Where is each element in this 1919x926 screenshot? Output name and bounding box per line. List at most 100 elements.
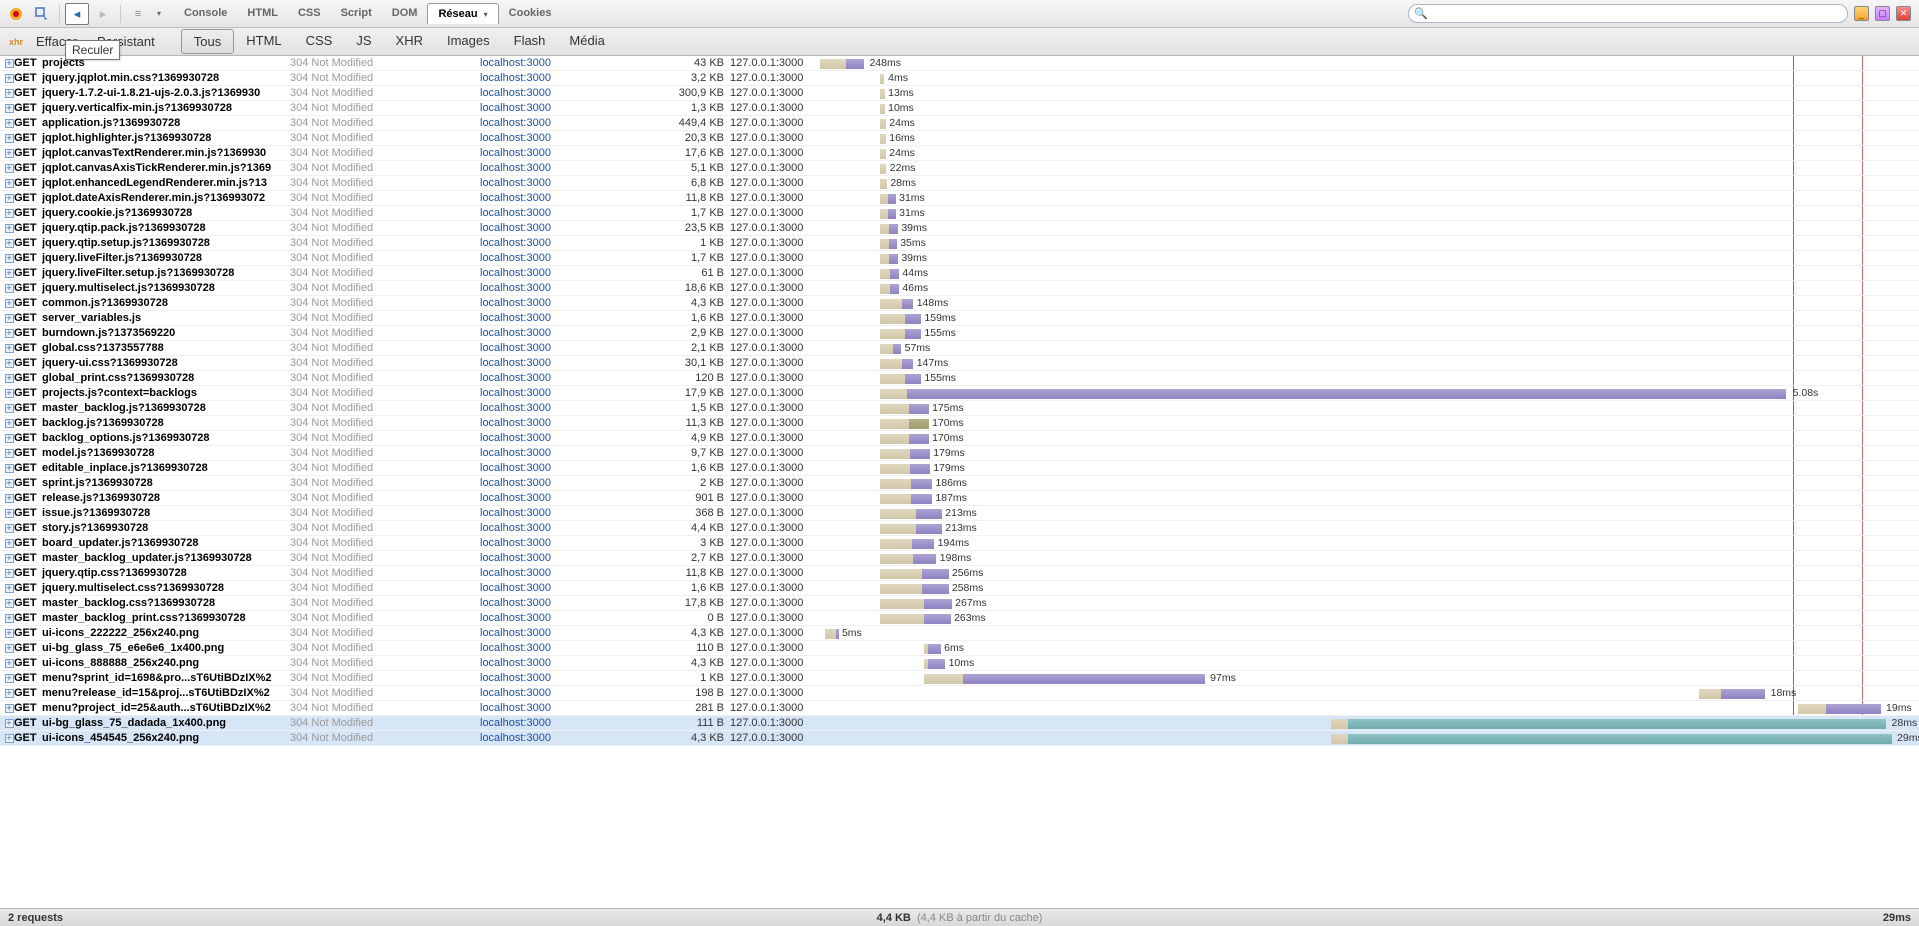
expand-icon[interactable]: + [0,103,14,113]
request-row[interactable]: +GETbacklog_options.js?1369930728304 Not… [0,431,1919,446]
detach-button[interactable]: ▢ [1875,6,1890,21]
forward-button[interactable]: ▸ [91,3,115,25]
minimize-button[interactable]: _ [1854,6,1869,21]
expand-icon[interactable]: + [0,733,14,743]
panel-tab-réseau[interactable]: Réseau ▾ [427,3,498,24]
back-button[interactable]: ◂ [65,3,89,25]
request-row[interactable]: +GETboard_updater.js?1369930728304 Not M… [0,536,1919,551]
close-button[interactable]: ✕ [1896,6,1911,21]
expand-icon[interactable]: + [0,718,14,728]
filter-tab-css[interactable]: CSS [294,29,345,54]
request-row[interactable]: +GETsprint.js?1369930728304 Not Modified… [0,476,1919,491]
expand-icon[interactable]: + [0,598,14,608]
panel-tab-cookies[interactable]: Cookies [499,3,562,24]
request-row[interactable]: +GETmodel.js?1369930728304 Not Modifiedl… [0,446,1919,461]
firebug-icon[interactable] [4,3,28,25]
expand-icon[interactable]: + [0,658,14,668]
expand-icon[interactable]: + [0,118,14,128]
filter-tab-xhr[interactable]: XHR [384,29,435,54]
expand-icon[interactable]: + [0,673,14,683]
request-row[interactable]: +GETui-icons_888888_256x240.png304 Not M… [0,656,1919,671]
panel-tab-css[interactable]: CSS [288,3,331,24]
request-row[interactable]: +GETjqplot.highlighter.js?1369930728304 … [0,131,1919,146]
request-row[interactable]: +GETjqplot.dateAxisRenderer.min.js?13699… [0,191,1919,206]
expand-icon[interactable]: + [0,223,14,233]
expand-icon[interactable]: + [0,463,14,473]
request-row[interactable]: +GETcommon.js?1369930728304 Not Modified… [0,296,1919,311]
filter-tab-js[interactable]: JS [344,29,383,54]
request-row[interactable]: +GETmaster_backlog_print.css?13699307283… [0,611,1919,626]
expand-icon[interactable]: + [0,568,14,578]
request-row[interactable]: +GETjquery.verticalfix-min.js?1369930728… [0,101,1919,116]
request-row[interactable]: +GETburndown.js?1373569220304 Not Modifi… [0,326,1919,341]
expand-icon[interactable]: + [0,253,14,263]
expand-icon[interactable]: + [0,493,14,503]
request-row[interactable]: +GETjquery.multiselect.css?1369930728304… [0,581,1919,596]
request-row[interactable]: +GETrelease.js?1369930728304 Not Modifie… [0,491,1919,506]
request-row[interactable]: +GETmaster_backlog_updater.js?1369930728… [0,551,1919,566]
expand-icon[interactable]: + [0,133,14,143]
request-row[interactable]: +GETmenu?release_id=15&proj...sT6UtiBDzI… [0,686,1919,701]
request-row[interactable]: +GETstory.js?1369930728304 Not Modifiedl… [0,521,1919,536]
request-row[interactable]: +GETmaster_backlog.css?1369930728304 Not… [0,596,1919,611]
expand-icon[interactable]: + [0,178,14,188]
expand-icon[interactable]: + [0,688,14,698]
request-row[interactable]: +GETmenu?sprint_id=1698&pro...sT6UtiBDzI… [0,671,1919,686]
expand-icon[interactable]: + [0,403,14,413]
expand-icon[interactable]: + [0,193,14,203]
request-row[interactable]: +GETserver_variables.js304 Not Modifiedl… [0,311,1919,326]
expand-icon[interactable]: + [0,373,14,383]
xhr-spy-icon[interactable]: xhr [6,37,26,47]
inspect-icon[interactable] [30,3,54,25]
expand-icon[interactable]: + [0,628,14,638]
request-row[interactable]: +GETjquery.qtip.css?1369930728304 Not Mo… [0,566,1919,581]
expand-icon[interactable]: + [0,268,14,278]
request-row[interactable]: +GETjquery.multiselect.js?1369930728304 … [0,281,1919,296]
expand-icon[interactable]: + [0,523,14,533]
request-row[interactable]: +GETbacklog.js?1369930728304 Not Modifie… [0,416,1919,431]
request-row[interactable]: +GETui-icons_222222_256x240.png304 Not M… [0,626,1919,641]
request-row[interactable]: +GETjqplot.canvasAxisTickRenderer.min.js… [0,161,1919,176]
expand-icon[interactable]: + [0,418,14,428]
request-row[interactable]: +GETui-icons_454545_256x240.png304 Not M… [0,731,1919,746]
request-row[interactable]: +GETui-bg_glass_75_dadada_1x400.png304 N… [0,716,1919,731]
panel-menu-dropdown[interactable]: ▾ [152,3,166,25]
request-row[interactable]: +GETprojects.js?context=backlogs304 Not … [0,386,1919,401]
expand-icon[interactable]: + [0,478,14,488]
expand-icon[interactable]: + [0,313,14,323]
expand-icon[interactable]: + [0,358,14,368]
request-row[interactable]: +GETui-bg_glass_75_e6e6e6_1x400.png304 N… [0,641,1919,656]
panel-tab-html[interactable]: HTML [237,3,288,24]
panel-tab-dom[interactable]: DOM [382,3,428,24]
expand-icon[interactable]: + [0,58,14,68]
expand-icon[interactable]: + [0,208,14,218]
expand-icon[interactable]: + [0,613,14,623]
expand-icon[interactable]: + [0,643,14,653]
expand-icon[interactable]: + [0,508,14,518]
expand-icon[interactable]: + [0,328,14,338]
request-row[interactable]: +GETjquery.liveFilter.js?1369930728304 N… [0,251,1919,266]
expand-icon[interactable]: + [0,583,14,593]
filter-tab-images[interactable]: Images [435,29,502,54]
request-row[interactable]: +GETjquery.liveFilter.setup.js?136993072… [0,266,1919,281]
filter-tab-tous[interactable]: Tous [181,29,234,54]
filter-tab-html[interactable]: HTML [234,29,293,54]
panel-menu-icon[interactable]: ≡ [126,3,150,25]
request-row[interactable]: +GETjquery-ui.css?1369930728304 Not Modi… [0,356,1919,371]
expand-icon[interactable]: + [0,148,14,158]
expand-icon[interactable]: + [0,343,14,353]
expand-icon[interactable]: + [0,88,14,98]
request-row[interactable]: +GETjquery-1.7.2-ui-1.8.21-ujs-2.0.3.js?… [0,86,1919,101]
panel-tab-script[interactable]: Script [331,3,382,24]
search-input[interactable]: 🔍 [1408,4,1848,23]
request-row[interactable]: +GETprojects304 Not Modifiedlocalhost:30… [0,56,1919,71]
request-row[interactable]: +GETeditable_inplace.js?1369930728304 No… [0,461,1919,476]
expand-icon[interactable]: + [0,388,14,398]
request-row[interactable]: +GETapplication.js?1369930728304 Not Mod… [0,116,1919,131]
expand-icon[interactable]: + [0,448,14,458]
panel-tab-console[interactable]: Console [174,3,237,24]
request-row[interactable]: +GETmaster_backlog.js?1369930728304 Not … [0,401,1919,416]
request-row[interactable]: +GETglobal_print.css?1369930728304 Not M… [0,371,1919,386]
expand-icon[interactable]: + [0,433,14,443]
request-row[interactable]: +GETissue.js?1369930728304 Not Modifiedl… [0,506,1919,521]
